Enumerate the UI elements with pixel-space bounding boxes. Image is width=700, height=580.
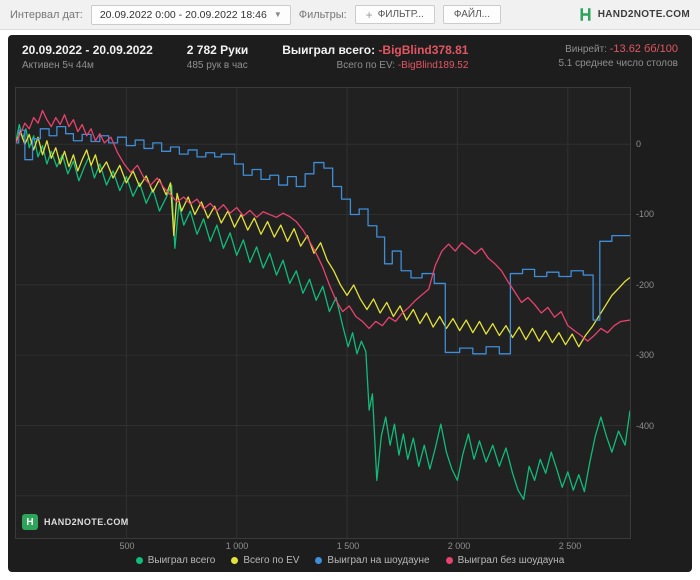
x-tick-label: 2 500 [558,541,582,551]
hands-count: 2 782 Руки [186,43,249,57]
date-range-selector[interactable]: 20.09.2022 0:00 - 20.09.2022 18:46 ▼ [90,4,291,25]
hand2note-watermark-icon: H [22,514,38,530]
hands-block: 2 782 Руки 485 рук в час [187,43,248,71]
file-button[interactable]: ФАЙЛ... [442,5,501,24]
y-axis-labels: 0 -100 -200 -300 -400 [631,87,673,539]
add-filter-label: ФИЛЬТР... [377,9,424,20]
won-total-value: -BigBlind378.81 [378,43,469,57]
ev-total-label: Всего по EV: [336,60,396,71]
legend-dot [135,557,143,564]
filters-label: Фильтры: [298,8,347,21]
winrate-line: Винрейт: -13.62 бб/100 [558,43,678,55]
x-tick-label: 2 000 [447,541,471,551]
legend-dot [445,557,453,564]
winrate-value: -13.62 бб/100 [609,43,678,55]
graph-plot-area[interactable]: H HAND2NOTE.COM [15,87,631,539]
won-total-line: Выиграл всего: -BigBlind378.81 [282,43,468,57]
y-tick-label: -100 [636,209,655,219]
add-filter-button[interactable]: + ФИЛЬТР... [354,5,435,24]
winnings-block: Выиграл всего: -BigBlind378.81 Всего по … [282,43,468,71]
report-date-range: 20.09.2022 - 20.09.2022 [22,43,153,57]
date-range-value: 20.09.2022 0:00 - 20.09.2022 18:46 [99,8,267,21]
hands-per-hour: 485 рук в час [186,60,248,71]
legend-label: Выиграл без шоудауна [457,555,565,566]
hand2note-logo: HAND2NOTE.COM [578,7,690,22]
session-date-block: 20.09.2022 - 20.09.2022 Активен 5ч 44м [22,43,153,71]
stats-header: 20.09.2022 - 20.09.2022 Активен 5ч 44м 2… [8,43,692,85]
winrate-label: Винрейт: [565,44,607,55]
x-axis-labels: 500 1 000 1 500 2 000 2 500 [16,539,632,552]
toolbar: Интервал дат: 20.09.2022 0:00 - 20.09.20… [0,0,700,30]
winrate-block: Винрейт: -13.62 бб/100 5.1 среднее число… [558,43,678,69]
hand2note-logo-icon [580,8,591,21]
ev-total-line: Всего по EV: -BigBlind189.52 [282,60,469,71]
avg-tables: 5.1 среднее число столов [558,58,678,69]
won-total-label: Выиграл всего: [282,43,376,57]
watermark: H HAND2NOTE.COM [22,514,129,530]
report-panel: 20.09.2022 - 20.09.2022 Активен 5ч 44м 2… [8,35,692,572]
legend-item-1[interactable]: Всего по EV [231,555,299,566]
series-line-2 [16,125,630,355]
x-tick-label: 1 000 [225,541,249,551]
legend-item-2[interactable]: Выиграл на шоудауне [315,555,430,566]
chevron-down-icon: ▼ [273,10,282,19]
ev-total-value: -BigBlind189.52 [397,60,469,71]
hand2note-report-window: Интервал дат: 20.09.2022 0:00 - 20.09.20… [0,0,700,572]
legend-dot [231,557,239,564]
y-tick-label: 0 [636,139,642,149]
legend-dot [315,557,323,564]
watermark-text: HAND2NOTE.COM [44,517,129,527]
date-interval-label: Интервал дат: [10,8,83,21]
series-line-3 [16,109,630,342]
file-button-label: ФАЙЛ... [453,9,490,20]
legend-item-0[interactable]: Выиграл всего [135,555,216,566]
y-tick-label: -200 [636,280,655,290]
series-line-1 [16,130,630,348]
plus-icon: + [365,7,373,22]
x-tick-label: 1 500 [336,541,360,551]
legend-label: Выиграл всего [147,555,216,566]
y-tick-label: -400 [636,421,655,431]
legend-item-3[interactable]: Выиграл без шоудауна [445,555,565,566]
legend-label: Всего по EV [243,555,300,566]
legend-label: Выиграл на шоудауне [327,555,430,566]
y-tick-label: -300 [636,350,655,360]
x-tick-label: 500 [119,541,135,551]
winnings-chart [16,88,630,538]
chart-legend: Выиграл всего Всего по EV Выиграл на шоуда… [8,552,692,566]
active-time: Активен 5ч 44м [22,60,94,71]
chart-zone: H HAND2NOTE.COM 0 -100 -200 -300 -400 [15,87,692,539]
series-line-0 [16,123,630,501]
logo-text: HAND2NOTE.COM [597,9,690,20]
